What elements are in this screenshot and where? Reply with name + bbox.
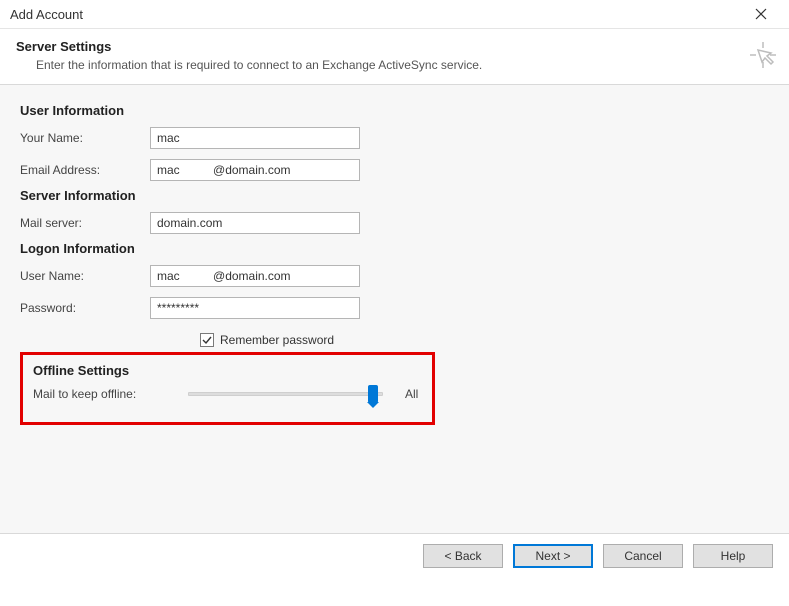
checkmark-icon bbox=[202, 335, 212, 345]
slider-track bbox=[188, 392, 383, 396]
row-mail-to-keep-offline: Mail to keep offline: All bbox=[33, 384, 422, 404]
mail-offline-slider[interactable] bbox=[188, 384, 383, 404]
section-user-information: User Information bbox=[20, 103, 769, 118]
header-subtitle: Enter the information that is required t… bbox=[36, 58, 773, 72]
dialog-header: Server Settings Enter the information th… bbox=[0, 29, 789, 84]
next-button[interactable]: Next > bbox=[513, 544, 593, 568]
section-logon-information: Logon Information bbox=[20, 241, 769, 256]
row-your-name: Your Name: bbox=[20, 124, 769, 152]
help-button[interactable]: Help bbox=[693, 544, 773, 568]
decorative-cursor-icon bbox=[749, 41, 777, 69]
header-title: Server Settings bbox=[16, 39, 773, 54]
dialog-body: User Information Your Name: Email Addres… bbox=[0, 85, 789, 533]
back-button[interactable]: < Back bbox=[423, 544, 503, 568]
email-address-input[interactable] bbox=[150, 159, 360, 181]
row-user-name: User Name: bbox=[20, 262, 769, 290]
slider-thumb[interactable] bbox=[368, 385, 378, 403]
remember-password-checkbox[interactable] bbox=[200, 333, 214, 347]
remember-password-label: Remember password bbox=[220, 333, 334, 347]
title-bar: Add Account bbox=[0, 0, 789, 29]
email-address-label: Email Address: bbox=[20, 163, 150, 177]
cancel-button[interactable]: Cancel bbox=[603, 544, 683, 568]
section-server-information: Server Information bbox=[20, 188, 769, 203]
mail-server-label: Mail server: bbox=[20, 216, 150, 230]
password-input[interactable] bbox=[150, 297, 360, 319]
mail-server-input[interactable] bbox=[150, 212, 360, 234]
row-email-address: Email Address: bbox=[20, 156, 769, 184]
your-name-input[interactable] bbox=[150, 127, 360, 149]
window-title: Add Account bbox=[10, 7, 83, 22]
user-name-input[interactable] bbox=[150, 265, 360, 287]
offline-highlight-box: Offline Settings Mail to keep offline: A… bbox=[20, 352, 435, 425]
close-button[interactable] bbox=[741, 0, 781, 28]
dialog-footer: < Back Next > Cancel Help bbox=[0, 534, 789, 578]
mail-offline-label: Mail to keep offline: bbox=[33, 387, 188, 401]
row-mail-server: Mail server: bbox=[20, 209, 769, 237]
user-name-label: User Name: bbox=[20, 269, 150, 283]
section-offline-settings: Offline Settings bbox=[33, 363, 422, 378]
password-label: Password: bbox=[20, 301, 150, 315]
close-icon bbox=[755, 8, 767, 20]
row-password: Password: bbox=[20, 294, 769, 322]
your-name-label: Your Name: bbox=[20, 131, 150, 145]
row-remember-password: Remember password bbox=[200, 326, 769, 354]
mail-offline-value: All bbox=[405, 387, 418, 401]
